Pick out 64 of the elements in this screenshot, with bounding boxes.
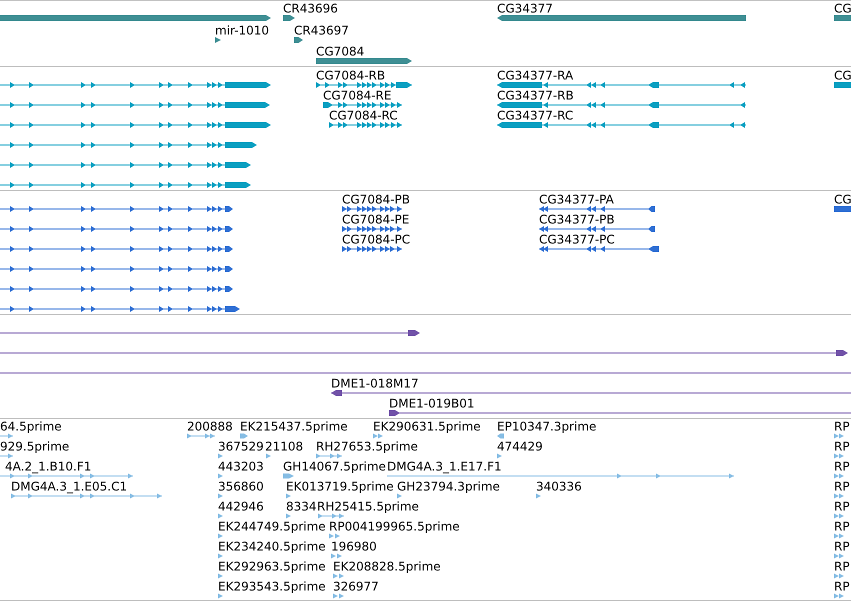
- protein-label: CG34377-PB: [539, 212, 615, 226]
- est-label: RP: [834, 480, 850, 494]
- gene-feature: [834, 15, 851, 21]
- est-label: EK215437.5prime: [240, 420, 348, 434]
- est-label: RP004199965.5prime: [329, 520, 460, 534]
- est-label: EK292963.5prime: [218, 560, 326, 574]
- est-label: RP: [834, 540, 850, 554]
- est-label: 356860: [218, 480, 264, 494]
- gene-label: CG34377: [497, 2, 553, 16]
- est-label: RH25415.5prime: [317, 500, 419, 514]
- gene-label: CR43697: [294, 24, 349, 38]
- est-label: 442946: [218, 500, 264, 514]
- transcript-label: CG34377-RA: [497, 68, 574, 82]
- protein-label: CG: [834, 192, 851, 206]
- transcript-label: CG7084-RB: [316, 68, 386, 82]
- est-label: 8334: [286, 500, 317, 514]
- transcript-label: CG7084-RC: [329, 108, 398, 122]
- est-label: EK208828.5prime: [333, 560, 441, 574]
- transcript-feature: [834, 82, 851, 88]
- est-label: 340336: [536, 480, 582, 494]
- est-label: DMG4A.3_1.E05.C1: [11, 480, 128, 494]
- gene-label: CG: [834, 2, 851, 16]
- transcript-label: CG: [834, 68, 851, 82]
- protein-feature: [834, 206, 851, 212]
- est-label: EK293543.5prime: [218, 580, 326, 594]
- est-label: RP: [834, 460, 850, 474]
- est-label: RP: [834, 500, 850, 514]
- est-label: EK013719.5prime: [286, 480, 394, 494]
- est-label: 443203: [218, 460, 264, 474]
- protein-label: CG7084-PC: [342, 232, 410, 246]
- clone-label: DME1-018M17: [331, 376, 419, 390]
- est-label: RP: [834, 580, 850, 594]
- transcript-label: CG7084-RE: [323, 88, 392, 102]
- gene-label: CG7084: [316, 44, 364, 58]
- est-label: GH14067.5prime: [283, 460, 386, 474]
- est-label: RP: [834, 560, 850, 574]
- est-label: 64.5prime: [0, 420, 62, 434]
- gene-label: CR43696: [283, 2, 338, 16]
- est-label: 196980: [331, 540, 377, 554]
- est-label: 367529: [218, 440, 264, 454]
- est-label: 200888: [187, 420, 233, 434]
- protein-label: CG34377-PA: [539, 192, 614, 206]
- est-label: 929.5prime: [0, 440, 70, 454]
- protein-label: CG34377-PC: [539, 232, 615, 246]
- est-label: EK234240.5prime: [218, 540, 326, 554]
- est-label: 474429: [497, 440, 543, 454]
- est-label: RP: [834, 520, 850, 534]
- est-label: RP: [834, 420, 850, 434]
- est-label: EK290631.5prime: [373, 420, 481, 434]
- est-label: EP10347.3prime: [497, 420, 596, 434]
- est-label: 326977: [333, 580, 379, 594]
- protein-label: CG7084-PB: [342, 192, 410, 206]
- est-label: GH23794.3prime: [397, 480, 500, 494]
- est-label: DMG4A.3_1.E17.F1: [387, 460, 502, 474]
- protein-label: CG7084-PE: [342, 212, 410, 226]
- est-label: RH27653.5prime: [316, 440, 418, 454]
- clone-label: DME1-019B01: [389, 396, 475, 410]
- transcript-label: CG34377-RC: [497, 108, 574, 122]
- gene-label: mir-1010: [215, 24, 270, 38]
- est-label: 4A.2_1.B10.F1: [5, 460, 92, 474]
- est-label: EK244749.5prime: [218, 520, 326, 534]
- est-label: 21108: [265, 440, 304, 454]
- est-label: RP: [834, 440, 850, 454]
- transcript-label: CG34377-RB: [497, 88, 574, 102]
